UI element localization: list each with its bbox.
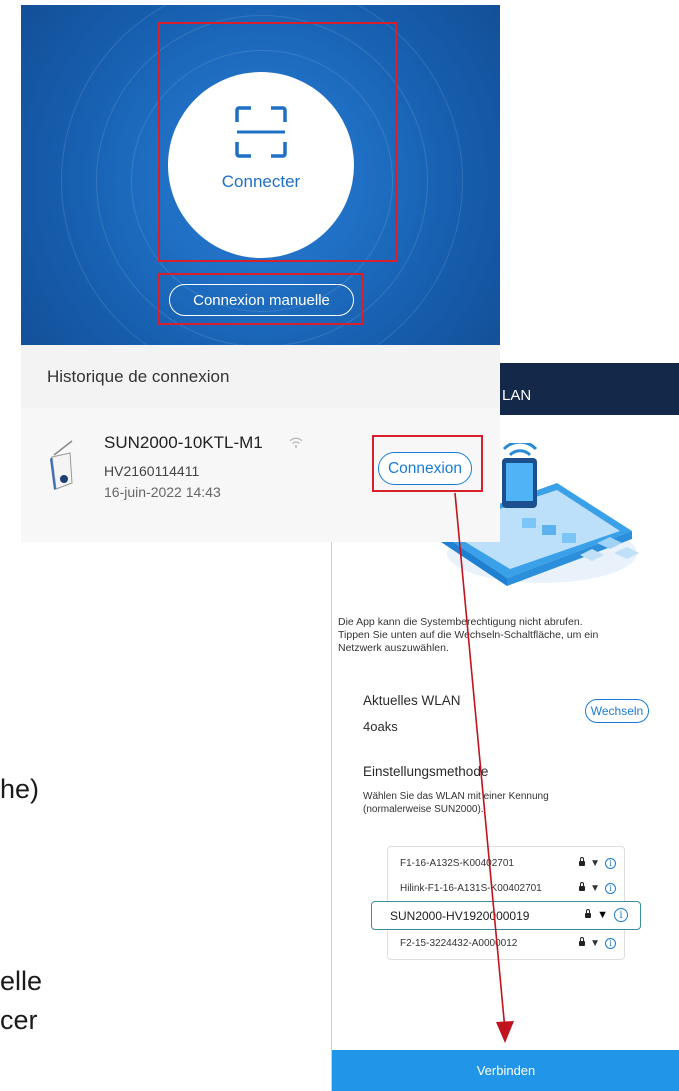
info-icon[interactable]: i bbox=[605, 857, 616, 869]
background-text-fragment: elle bbox=[0, 966, 43, 996]
wifi-network-name: F1-16-A132S-K00402701 bbox=[400, 857, 514, 869]
wifi-network-item[interactable]: Hilink-F1-16-A131S-K00402701 ▼ i bbox=[388, 877, 624, 899]
wifi-signal-icon bbox=[289, 437, 303, 448]
wifi-icon: ▼ bbox=[597, 909, 608, 921]
highlight-box-scan bbox=[158, 22, 397, 262]
wifi-network-name: Hilink-F1-16-A131S-K00402701 bbox=[400, 882, 542, 894]
setting-method-label: Einstellungsmethode bbox=[363, 764, 489, 779]
info-icon[interactable]: i bbox=[605, 882, 616, 894]
wifi-icon: ▼ bbox=[590, 857, 600, 869]
wlan-header-title: LAN bbox=[502, 387, 532, 404]
highlight-box-connexion bbox=[372, 435, 483, 492]
wifi-icon: ▼ bbox=[590, 937, 600, 949]
hint-line: Wählen Sie das WLAN mit einer Kennung bbox=[363, 791, 549, 802]
device-last-connected: 16-juin-2022 14:43 bbox=[104, 484, 221, 500]
lock-icon bbox=[579, 881, 586, 891]
connect-bar[interactable]: Verbinden bbox=[332, 1050, 679, 1091]
background-text-fragment: cer bbox=[0, 1005, 38, 1035]
info-icon[interactable]: i bbox=[605, 937, 616, 949]
wifi-network-name: SUN2000-HV1920000019 bbox=[390, 909, 530, 923]
wifi-network-item[interactable]: F1-16-A132S-K00402701 ▼ i bbox=[388, 852, 624, 874]
device-serial: HV2160114411 bbox=[104, 463, 200, 479]
current-wlan-value: 4oaks bbox=[363, 719, 398, 734]
current-wlan-label: Aktuelles WLAN bbox=[363, 693, 461, 708]
switch-wlan-button[interactable]: Wechseln bbox=[585, 699, 649, 723]
info-text: Die App kann die Systemberechtigung nich… bbox=[338, 616, 668, 655]
wifi-icon: ▼ bbox=[590, 882, 600, 894]
lock-icon bbox=[585, 908, 592, 918]
lock-icon bbox=[579, 856, 586, 866]
connect-button[interactable]: Verbinden bbox=[332, 1050, 679, 1091]
info-text-line: Netzwerk auszuwählen. bbox=[338, 642, 449, 654]
background-text-fragment: he) bbox=[0, 774, 40, 804]
wifi-network-item-selected[interactable]: SUN2000-HV1920000019 ▼ i bbox=[371, 901, 641, 930]
history-title: Historique de connexion bbox=[47, 367, 230, 386]
lock-icon bbox=[579, 936, 586, 946]
device-name: SUN2000-10KTL-M1 bbox=[104, 433, 263, 452]
info-text-line: Tippen Sie unten auf die Wechseln-Schalt… bbox=[338, 629, 599, 641]
wifi-network-name: F2-15-3224432-A0000012 bbox=[400, 937, 518, 949]
wifi-network-item[interactable]: F2-15-3224432-A0000012 ▼ i bbox=[388, 932, 624, 954]
inverter-device-icon bbox=[50, 440, 73, 490]
info-icon[interactable]: i bbox=[614, 908, 628, 922]
highlight-box-manual bbox=[157, 273, 363, 325]
setting-method-hint: Wählen Sie das WLAN mit einer Kennung (n… bbox=[363, 790, 549, 816]
hint-line: (normalerweise SUN2000). bbox=[363, 804, 484, 815]
info-text-line: Die App kann die Systemberechtigung nich… bbox=[338, 616, 583, 628]
